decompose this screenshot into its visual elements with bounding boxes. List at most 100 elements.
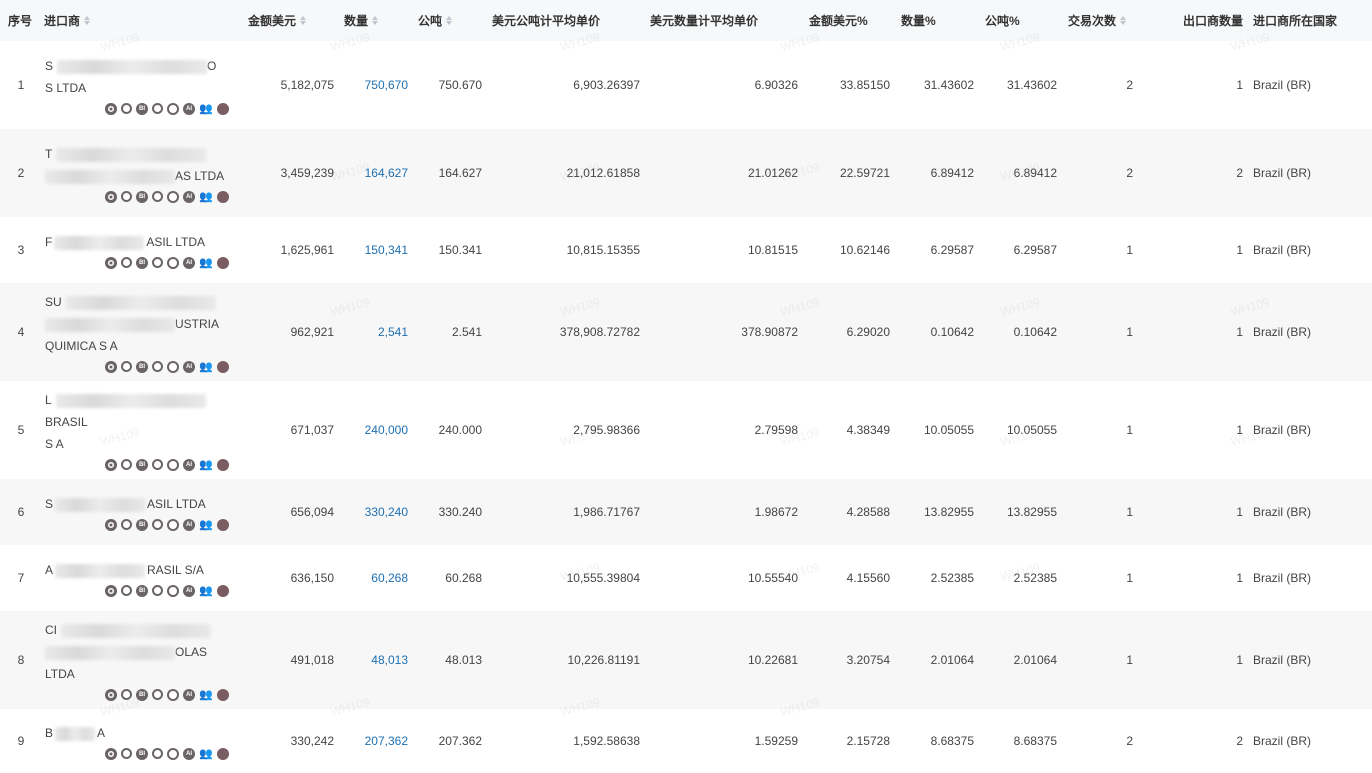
quantity-link[interactable]: 207,362 xyxy=(365,734,408,748)
people-icon[interactable]: 👥 xyxy=(199,585,213,597)
circle-icon[interactable] xyxy=(152,361,163,372)
people-icon[interactable]: 👥 xyxy=(199,257,213,269)
importer-cell[interactable]: S O S LTDA BI AI 👥 xyxy=(42,41,238,129)
record-icon[interactable] xyxy=(217,103,229,115)
bi-icon[interactable]: BI xyxy=(136,519,148,531)
table-row[interactable]: 6 S ASIL LTDA BI AI 👥 656,094 330,240 330.240 1,9… xyxy=(0,479,1372,545)
circle-icon[interactable] xyxy=(152,191,163,202)
quantity-cell[interactable]: 2,541 xyxy=(336,283,410,381)
quantity-link[interactable]: 150,341 xyxy=(365,243,408,257)
quantity-cell[interactable]: 750,670 xyxy=(336,41,410,129)
target-icon[interactable] xyxy=(105,748,117,760)
people-icon[interactable]: 👥 xyxy=(199,519,213,531)
bi-icon[interactable]: BI xyxy=(136,103,148,115)
ai-icon[interactable]: AI xyxy=(183,689,195,701)
quantity-cell[interactable]: 164,627 xyxy=(336,129,410,217)
people-icon[interactable]: 👥 xyxy=(199,103,213,115)
record-icon[interactable] xyxy=(217,585,229,597)
importer-cell[interactable]: S ASIL LTDA BI AI 👥 xyxy=(42,479,238,545)
people-icon[interactable]: 👥 xyxy=(199,748,213,760)
globe-icon[interactable] xyxy=(167,361,179,373)
compass-icon[interactable] xyxy=(121,361,132,372)
target-icon[interactable] xyxy=(105,361,117,373)
target-icon[interactable] xyxy=(105,257,117,269)
globe-icon[interactable] xyxy=(167,191,179,203)
importer-cell[interactable]: F ASIL LTDA BI AI 👥 xyxy=(42,217,238,283)
compass-icon[interactable] xyxy=(121,689,132,700)
globe-icon[interactable] xyxy=(167,748,179,760)
target-icon[interactable] xyxy=(105,191,117,203)
table-row[interactable]: 8 CI OLAS LTDA BI AI 👥 491,018 48,013 48.013 10,2… xyxy=(0,611,1372,709)
quantity-link[interactable]: 750,670 xyxy=(365,78,408,92)
table-row[interactable]: 7 A RASIL S/A BI AI 👥 636,150 60,268 60.268 10,55… xyxy=(0,545,1372,611)
quantity-link[interactable]: 240,000 xyxy=(365,423,408,437)
circle-icon[interactable] xyxy=(152,748,163,759)
people-icon[interactable]: 👥 xyxy=(199,361,213,373)
col-trades-header[interactable]: 交易次数 xyxy=(1059,0,1183,41)
globe-icon[interactable] xyxy=(167,585,179,597)
target-icon[interactable] xyxy=(105,585,117,597)
quantity-cell[interactable]: 330,240 xyxy=(336,479,410,545)
col-tonnes-header[interactable]: 公吨 xyxy=(410,0,484,41)
compass-icon[interactable] xyxy=(121,585,132,596)
ai-icon[interactable]: AI xyxy=(183,191,195,203)
importer-cell[interactable]: A RASIL S/A BI AI 👥 xyxy=(42,545,238,611)
quantity-link[interactable]: 60,268 xyxy=(371,571,408,585)
globe-icon[interactable] xyxy=(167,689,179,701)
compass-icon[interactable] xyxy=(121,191,132,202)
record-icon[interactable] xyxy=(217,257,229,269)
target-icon[interactable] xyxy=(105,459,117,471)
ai-icon[interactable]: AI xyxy=(183,519,195,531)
bi-icon[interactable]: BI xyxy=(136,361,148,373)
record-icon[interactable] xyxy=(217,191,229,203)
importer-cell[interactable]: L BRASIL S A BI AI 👥 xyxy=(42,381,238,479)
bi-icon[interactable]: BI xyxy=(136,748,148,760)
globe-icon[interactable] xyxy=(167,519,179,531)
compass-icon[interactable] xyxy=(121,748,132,759)
bi-icon[interactable]: BI xyxy=(136,689,148,701)
importer-cell[interactable]: T AS LTDA BI AI 👥 xyxy=(42,129,238,217)
globe-icon[interactable] xyxy=(167,459,179,471)
ai-icon[interactable]: AI xyxy=(183,361,195,373)
circle-icon[interactable] xyxy=(152,459,163,470)
quantity-link[interactable]: 330,240 xyxy=(365,505,408,519)
importer-cell[interactable]: CI OLAS LTDA BI AI 👥 xyxy=(42,611,238,709)
col-importer-header[interactable]: 进口商 xyxy=(42,0,238,41)
col-quantity-header[interactable]: 数量 xyxy=(336,0,410,41)
compass-icon[interactable] xyxy=(121,103,132,114)
quantity-cell[interactable]: 48,013 xyxy=(336,611,410,709)
quantity-cell[interactable]: 240,000 xyxy=(336,381,410,479)
quantity-cell[interactable]: 60,268 xyxy=(336,545,410,611)
quantity-link[interactable]: 164,627 xyxy=(365,166,408,180)
circle-icon[interactable] xyxy=(152,103,163,114)
target-icon[interactable] xyxy=(105,689,117,701)
globe-icon[interactable] xyxy=(167,257,179,269)
ai-icon[interactable]: AI xyxy=(183,748,195,760)
people-icon[interactable]: 👥 xyxy=(199,191,213,203)
target-icon[interactable] xyxy=(105,103,117,115)
bi-icon[interactable]: BI xyxy=(136,257,148,269)
ai-icon[interactable]: AI xyxy=(183,459,195,471)
record-icon[interactable] xyxy=(217,748,229,760)
circle-icon[interactable] xyxy=(152,519,163,530)
quantity-link[interactable]: 48,013 xyxy=(371,653,408,667)
table-row[interactable]: 5 L BRASIL S A BI AI 👥 671,037 240,000 240.000 2,7… xyxy=(0,381,1372,479)
record-icon[interactable] xyxy=(217,689,229,701)
bi-icon[interactable]: BI xyxy=(136,459,148,471)
table-row[interactable]: 9 B A BI AI 👥 330,242 207,362 207.362 1,592.58638… xyxy=(0,709,1372,773)
sort-icon[interactable] xyxy=(300,16,307,25)
record-icon[interactable] xyxy=(217,361,229,373)
circle-icon[interactable] xyxy=(152,585,163,596)
sort-icon[interactable] xyxy=(1120,16,1127,25)
sort-icon[interactable] xyxy=(84,16,91,25)
importer-cell[interactable]: B A BI AI 👥 xyxy=(42,709,238,773)
table-row[interactable]: 3 F ASIL LTDA BI AI 👥 1,625,961 150,341 150.341 1… xyxy=(0,217,1372,283)
quantity-cell[interactable]: 150,341 xyxy=(336,217,410,283)
circle-icon[interactable] xyxy=(152,689,163,700)
sort-icon[interactable] xyxy=(446,16,453,25)
people-icon[interactable]: 👥 xyxy=(199,459,213,471)
ai-icon[interactable]: AI xyxy=(183,257,195,269)
bi-icon[interactable]: BI xyxy=(136,585,148,597)
compass-icon[interactable] xyxy=(121,257,132,268)
record-icon[interactable] xyxy=(217,519,229,531)
